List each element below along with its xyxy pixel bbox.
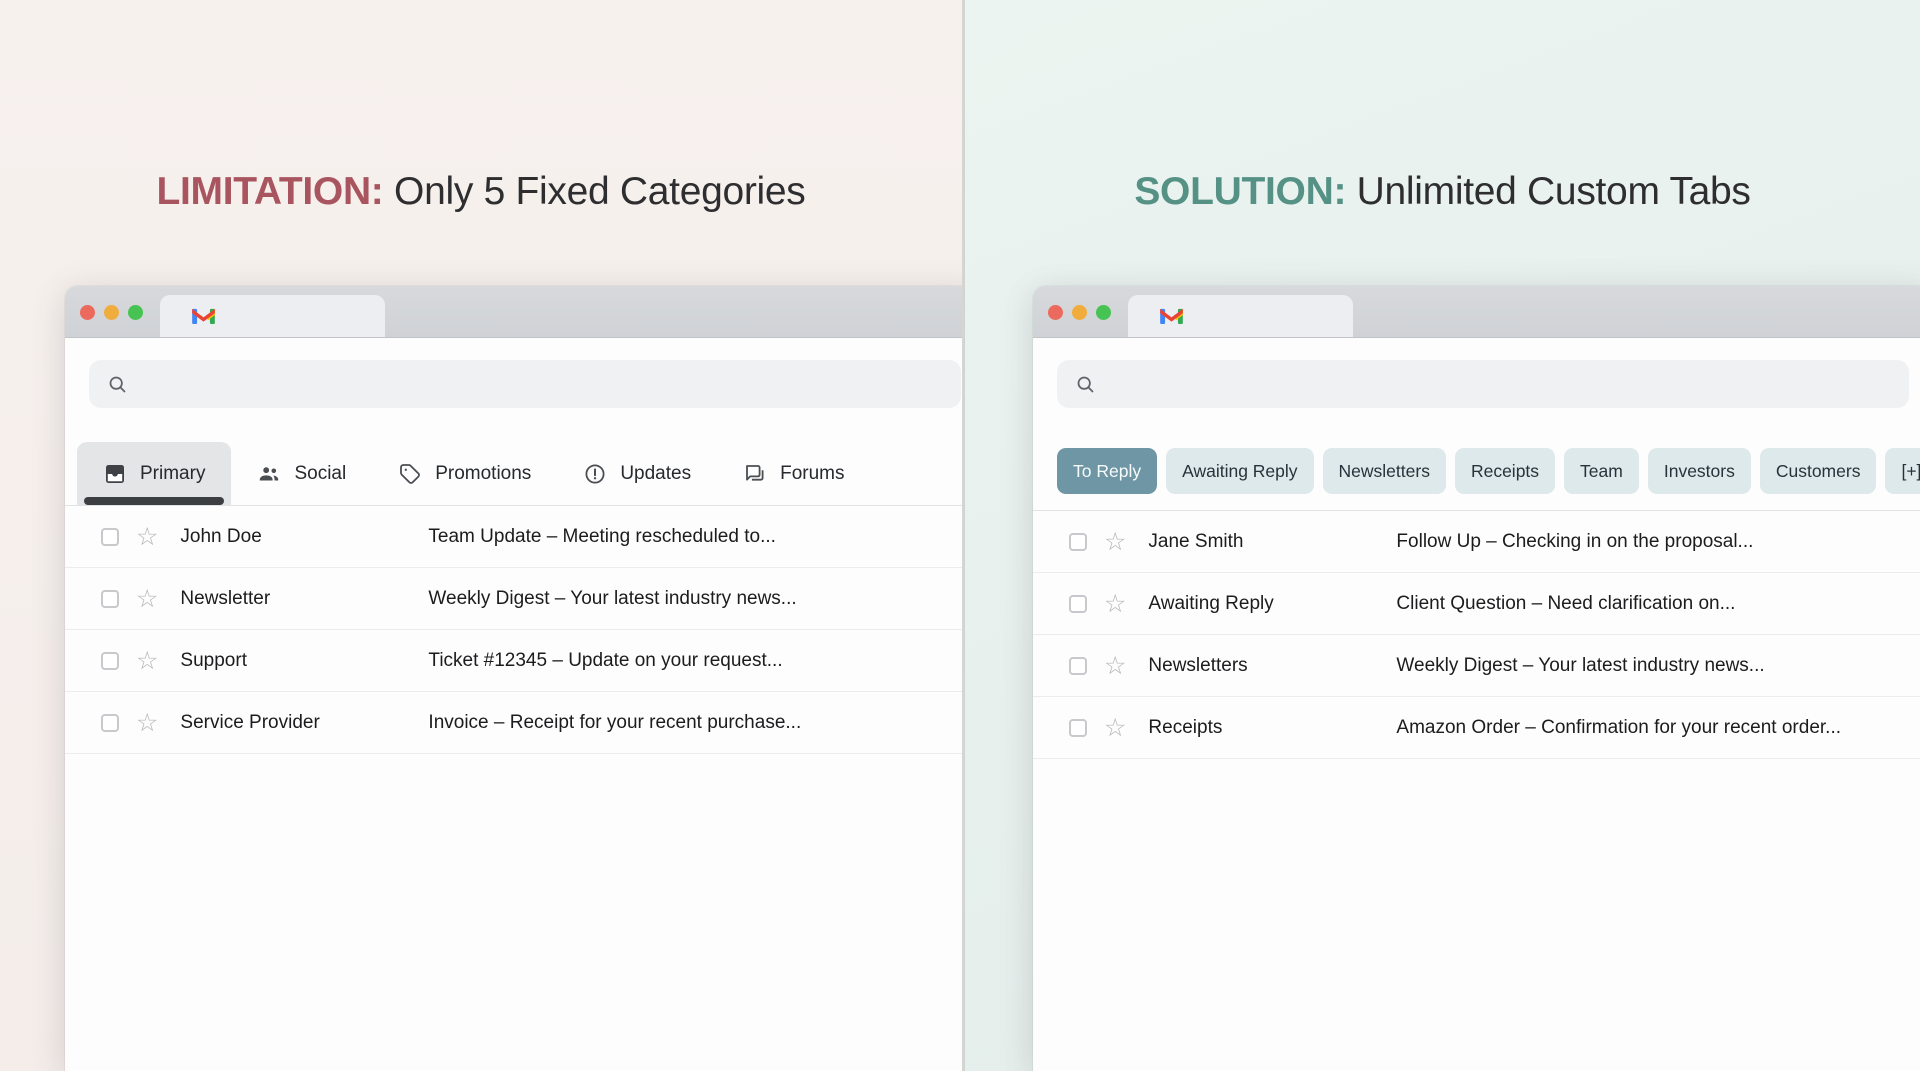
- browser-tab[interactable]: [160, 295, 385, 337]
- search-icon: [1075, 374, 1096, 395]
- search-input[interactable]: [1057, 360, 1909, 408]
- email-sender: John Doe: [180, 526, 428, 548]
- category-tab-bar: Primary Social: [65, 442, 962, 506]
- tab-label: Primary: [140, 463, 205, 485]
- email-subject: Amazon Order – Confirmation for your rec…: [1396, 717, 1841, 739]
- select-checkbox[interactable]: [101, 528, 119, 546]
- tab-forums[interactable]: Forums: [717, 442, 870, 505]
- people-icon: [257, 462, 281, 486]
- star-icon[interactable]: ☆: [1104, 529, 1126, 554]
- traffic-lights: [80, 305, 143, 320]
- search-input[interactable]: [89, 360, 961, 408]
- email-list: ☆ Jane Smith Follow Up – Checking in on …: [1033, 511, 1920, 759]
- email-subject: Follow Up – Checking in on the proposal.…: [1396, 531, 1753, 553]
- email-subject: Ticket #12345 – Update on your request..…: [428, 650, 782, 672]
- browser-tab[interactable]: [1128, 295, 1353, 337]
- select-checkbox[interactable]: [101, 652, 119, 670]
- select-checkbox[interactable]: [1069, 595, 1087, 613]
- search-icon: [107, 374, 128, 395]
- email-sender: Newsletter: [180, 588, 428, 610]
- solution-title-rest: Unlimited Custom Tabs: [1357, 170, 1751, 213]
- alert-circle-icon: [583, 462, 607, 486]
- limitation-title: LIMITATION: Only 5 Fixed Categories: [0, 170, 962, 214]
- star-icon[interactable]: ☆: [1104, 653, 1126, 678]
- tab-promotions[interactable]: Promotions: [372, 442, 557, 505]
- email-subject: Invoice – Receipt for your recent purcha…: [428, 712, 801, 734]
- window-titlebar: [1033, 286, 1920, 338]
- tab-label: Updates: [620, 463, 691, 485]
- select-checkbox[interactable]: [1069, 533, 1087, 551]
- tab-updates[interactable]: Updates: [557, 442, 717, 505]
- email-row[interactable]: ☆ Support Ticket #12345 – Update on your…: [65, 630, 962, 692]
- gmail-window-solution: To Reply Awaiting Reply Newsletters Rece…: [1033, 286, 1920, 1071]
- custom-tab-customers[interactable]: Customers: [1760, 448, 1877, 494]
- limitation-panel: LIMITATION: Only 5 Fixed Categories: [0, 0, 962, 1071]
- email-sender: Service Provider: [180, 712, 428, 734]
- limitation-title-rest: Only 5 Fixed Categories: [394, 170, 805, 213]
- gmail-logo-icon: [1158, 306, 1185, 326]
- inbox-icon: [103, 462, 127, 486]
- email-sender: Receipts: [1148, 717, 1396, 739]
- solution-panel: SOLUTION: Unlimited Custom Tabs: [965, 0, 1920, 1071]
- email-subject: Weekly Digest – Your latest industry new…: [1396, 655, 1764, 677]
- email-row[interactable]: ☆ Jane Smith Follow Up – Checking in on …: [1033, 511, 1920, 573]
- close-button[interactable]: [80, 305, 95, 320]
- select-checkbox[interactable]: [1069, 657, 1087, 675]
- star-icon[interactable]: ☆: [1104, 715, 1126, 740]
- minimize-button[interactable]: [1072, 305, 1087, 320]
- custom-tab-investors[interactable]: Investors: [1648, 448, 1751, 494]
- zoom-button[interactable]: [128, 305, 143, 320]
- close-button[interactable]: [1048, 305, 1063, 320]
- email-sender: Jane Smith: [1148, 531, 1396, 553]
- select-checkbox[interactable]: [1069, 719, 1087, 737]
- tag-icon: [398, 462, 422, 486]
- email-sender: Newsletters: [1148, 655, 1396, 677]
- add-custom-tab-button[interactable]: [+]: [1885, 448, 1920, 494]
- star-icon[interactable]: ☆: [136, 586, 158, 611]
- comparison-canvas: LIMITATION: Only 5 Fixed Categories: [0, 0, 1920, 1071]
- custom-tab-awaiting-reply[interactable]: Awaiting Reply: [1166, 448, 1313, 494]
- window-titlebar: [65, 286, 962, 338]
- select-checkbox[interactable]: [101, 714, 119, 732]
- email-row[interactable]: ☆ Newsletters Weekly Digest – Your lates…: [1033, 635, 1920, 697]
- gmail-logo-icon: [190, 306, 217, 326]
- gmail-window-limitation: Primary Social: [65, 286, 962, 1071]
- tab-primary[interactable]: Primary: [77, 442, 231, 505]
- minimize-button[interactable]: [104, 305, 119, 320]
- email-row[interactable]: ☆ Newsletter Weekly Digest – Your latest…: [65, 568, 962, 630]
- email-sender: Awaiting Reply: [1148, 593, 1396, 615]
- custom-tab-bar: To Reply Awaiting Reply Newsletters Rece…: [1033, 448, 1920, 511]
- email-subject: Team Update – Meeting rescheduled to...: [428, 526, 775, 548]
- email-row[interactable]: ☆ Receipts Amazon Order – Confirmation f…: [1033, 697, 1920, 759]
- tab-label: Promotions: [435, 463, 531, 485]
- star-icon[interactable]: ☆: [136, 648, 158, 673]
- tab-label: Social: [294, 463, 346, 485]
- chat-bubbles-icon: [743, 462, 767, 486]
- star-icon[interactable]: ☆: [136, 524, 158, 549]
- star-icon[interactable]: ☆: [1104, 591, 1126, 616]
- tab-social[interactable]: Social: [231, 442, 372, 505]
- limitation-title-accent: LIMITATION:: [156, 170, 383, 213]
- email-row[interactable]: ☆ Awaiting Reply Client Question – Need …: [1033, 573, 1920, 635]
- star-icon[interactable]: ☆: [136, 710, 158, 735]
- email-list: ☆ John Doe Team Update – Meeting resched…: [65, 506, 962, 754]
- email-row[interactable]: ☆ John Doe Team Update – Meeting resched…: [65, 506, 962, 568]
- zoom-button[interactable]: [1096, 305, 1111, 320]
- email-row[interactable]: ☆ Service Provider Invoice – Receipt for…: [65, 692, 962, 754]
- custom-tab-to-reply[interactable]: To Reply: [1057, 448, 1157, 494]
- email-subject: Weekly Digest – Your latest industry new…: [428, 588, 796, 610]
- email-sender: Support: [180, 650, 428, 672]
- solution-title: SOLUTION: Unlimited Custom Tabs: [965, 170, 1920, 214]
- email-subject: Client Question – Need clarification on.…: [1396, 593, 1735, 615]
- tab-label: Forums: [780, 463, 844, 485]
- custom-tab-team[interactable]: Team: [1564, 448, 1639, 494]
- select-checkbox[interactable]: [101, 590, 119, 608]
- solution-title-accent: SOLUTION:: [1134, 170, 1346, 213]
- custom-tab-newsletters[interactable]: Newsletters: [1323, 448, 1446, 494]
- custom-tab-receipts[interactable]: Receipts: [1455, 448, 1555, 494]
- traffic-lights: [1048, 305, 1111, 320]
